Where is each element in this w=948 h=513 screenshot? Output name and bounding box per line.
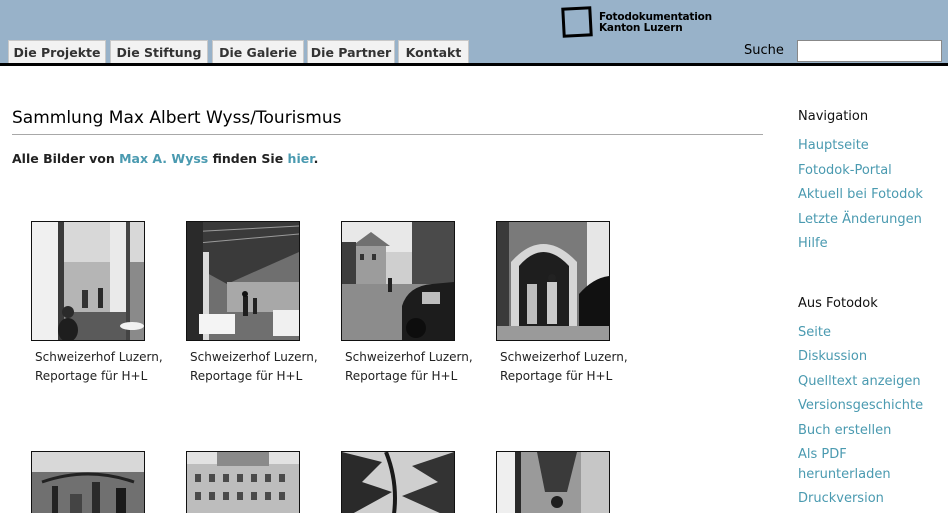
caption-line-1: Schweizerhof Luzern, <box>35 350 163 364</box>
site-header: Fotodokumentation Kanton Luzern Die Proj… <box>0 0 948 63</box>
caption-line-2: Reportage für H+L <box>345 369 458 383</box>
gallery-caption-1: Schweizerhof Luzern, Reportage für H+L <box>35 348 175 386</box>
caption-line-2: Reportage für H+L <box>190 369 303 383</box>
caption-line-2: Reportage für H+L <box>35 369 148 383</box>
sidebar-heading-navigation: Navigation <box>798 109 869 124</box>
all-images-link[interactable]: hier <box>288 151 314 166</box>
page-title: Sammlung Max Albert Wyss/Tourismus <box>12 108 342 128</box>
gallery-photo-5[interactable] <box>31 451 145 513</box>
sidebar-link-druckversion[interactable]: Druckversion <box>798 489 884 509</box>
gallery-photo-7[interactable] <box>341 451 455 513</box>
intro-after: . <box>313 151 319 166</box>
tab-die-projekte[interactable]: Die Projekte <box>8 40 106 63</box>
intro-text: Alle Bilder von Max A. Wyss finden Sie h… <box>12 151 318 166</box>
sidebar-link-quelltext[interactable]: Quelltext anzeigen <box>798 372 921 392</box>
gallery-photo-2[interactable] <box>186 221 300 341</box>
sidebar-link-seite[interactable]: Seite <box>798 323 831 343</box>
gallery-photo-6[interactable] <box>186 451 300 513</box>
caption-line-2: Reportage für H+L <box>500 369 613 383</box>
gallery-photo-3[interactable] <box>341 221 455 341</box>
sidebar-link-buch-erstellen[interactable]: Buch erstellen <box>798 421 891 441</box>
intro-before: Alle Bilder von <box>12 151 120 166</box>
sidebar-link-diskussion[interactable]: Diskussion <box>798 347 867 367</box>
caption-line-1: Schweizerhof Luzern, <box>190 350 318 364</box>
title-divider <box>12 134 763 135</box>
sidebar-link-fotodok-portal[interactable]: Fotodok-Portal <box>798 161 892 181</box>
sidebar-link-hilfe[interactable]: Hilfe <box>798 234 828 254</box>
sidebar-link-aktuell[interactable]: Aktuell bei Fotodok <box>798 185 923 205</box>
gallery-photo-4[interactable] <box>496 221 610 341</box>
sidebar-link-hauptseite[interactable]: Hauptseite <box>798 136 869 156</box>
sidebar-link-herunterladen[interactable]: herunterladen <box>798 465 891 485</box>
gallery-photo-8[interactable] <box>496 451 610 513</box>
logo-line-2: Kanton Luzern <box>599 22 683 34</box>
gallery-photo-1[interactable] <box>31 221 145 341</box>
logo-text: Fotodokumentation Kanton Luzern <box>599 12 712 34</box>
caption-line-1: Schweizerhof Luzern, <box>345 350 473 364</box>
sidebar-heading-aus-fotodok: Aus Fotodok <box>798 296 878 311</box>
tab-kontakt[interactable]: Kontakt <box>398 40 469 63</box>
caption-line-1: Schweizerhof Luzern, <box>500 350 628 364</box>
intro-middle: finden Sie <box>208 151 288 166</box>
sidebar-link-als-pdf[interactable]: Als PDF <box>798 445 847 465</box>
tab-die-partner[interactable]: Die Partner <box>307 40 395 63</box>
search-label: Suche <box>744 43 784 58</box>
photographer-link[interactable]: Max A. Wyss <box>119 151 208 166</box>
sidebar-link-letzte-aenderungen[interactable]: Letzte Änderungen <box>798 210 922 230</box>
search-input[interactable] <box>797 40 942 62</box>
tab-die-stiftung[interactable]: Die Stiftung <box>110 40 208 63</box>
gallery-caption-3: Schweizerhof Luzern, Reportage für H+L <box>345 348 485 386</box>
gallery-caption-4: Schweizerhof Luzern, Reportage für H+L <box>500 348 640 386</box>
sidebar-link-versionsgeschichte[interactable]: Versionsgeschichte <box>798 396 923 416</box>
header-divider <box>0 63 948 66</box>
logo-square-icon <box>561 6 593 38</box>
tab-die-galerie[interactable]: Die Galerie <box>212 40 304 63</box>
gallery-caption-2: Schweizerhof Luzern, Reportage für H+L <box>190 348 330 386</box>
